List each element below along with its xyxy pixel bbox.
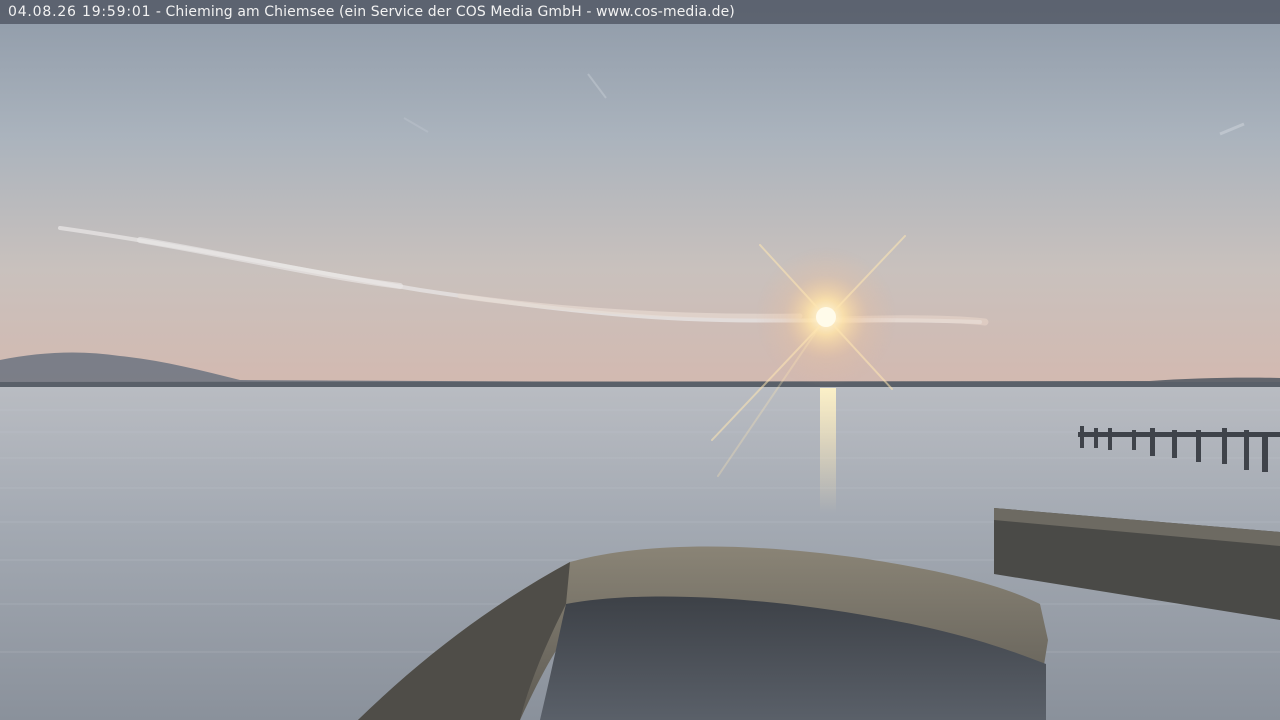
timestamp: 04.08.26 19:59:01 [8,4,152,20]
webcam-caption-bar: 04.08.26 19:59:01 - Chieming am Chiemsee… [0,0,1280,24]
webcam-viewport: 04.08.26 19:59:01 - Chieming am Chiemsee… [0,0,1280,720]
location-caption: Chieming am Chiemsee (ein Service der CO… [165,4,735,20]
sun-reflection [820,388,836,513]
sky [0,0,1280,386]
caption-separator: - [151,4,166,20]
sun [816,307,836,327]
webcam-image [0,0,1280,720]
